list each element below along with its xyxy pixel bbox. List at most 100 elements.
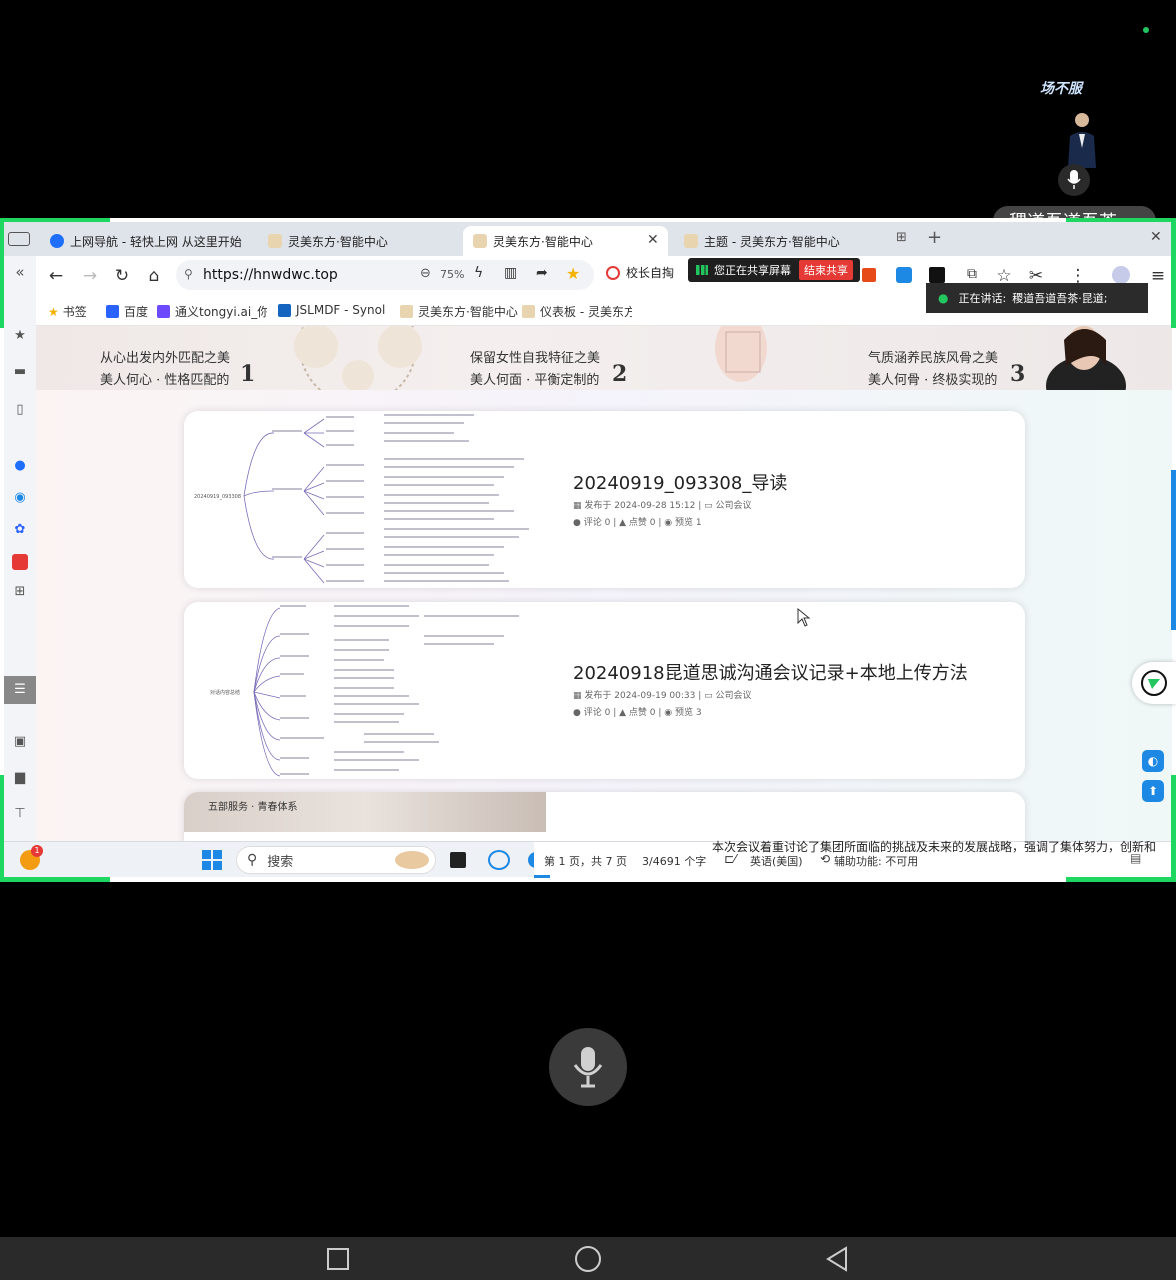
share-frame: [0, 218, 4, 328]
tablet-icon[interactable]: ▯: [12, 402, 28, 418]
windows-start-icon[interactable]: [202, 850, 222, 870]
zoom-icon[interactable]: ⊖: [420, 266, 431, 281]
shared-screen: 上网导航 - 轻快上网 从这里开始 灵美东方·智能中心 灵美东方·智能中心 ✕ …: [0, 218, 1176, 882]
pin-icon[interactable]: ⊤: [12, 806, 28, 822]
comments-icon: ●: [573, 518, 584, 528]
thumbs-up-icon: ▲: [619, 708, 629, 718]
task-view-icon[interactable]: [450, 852, 466, 868]
post-thumbnail[interactable]: 五部服务 · 青春体系: [184, 792, 546, 832]
lingmei-site-icon: [268, 234, 282, 248]
accessibility-status[interactable]: 辅助功能: 不可用: [834, 853, 918, 869]
bookmark-label: 灵美东方·智能中心: [418, 305, 518, 319]
screen: 场不服 稷道吾道吾茶 ... 上网导航 - 轻快上网 从这里开始 灵美东方·智能…: [0, 0, 1176, 1280]
participant-mic-icon[interactable]: [1058, 164, 1090, 196]
copy-icon[interactable]: ⧉: [962, 266, 982, 282]
share-page-icon[interactable]: ➦: [536, 265, 548, 281]
microphone-button[interactable]: [549, 1028, 627, 1106]
school-extension-icon[interactable]: [606, 266, 620, 280]
address-bar[interactable]: ⚲ https://hnwdwc.top ⊖ 75% ϟ ▥ ➦ ★: [176, 260, 594, 290]
chart-extension-icon[interactable]: [929, 267, 945, 283]
bookmark-item[interactable]: JSLMDF - Synolo: [278, 303, 386, 317]
reader-mode-icon[interactable]: ▥: [504, 265, 517, 281]
back-icon[interactable]: [824, 1246, 850, 1272]
post-title[interactable]: 20240918昆道思诚沟通会议记录+本地上传方法: [573, 659, 968, 685]
eye-icon: ◉: [664, 708, 675, 718]
bookmark-item[interactable]: ★ 书签: [48, 303, 87, 320]
theme-toggle-button[interactable]: ◐: [1142, 750, 1164, 772]
thumbnail-text: 五部服务 · 青春体系: [208, 802, 298, 813]
assistant-logo-icon: [1141, 670, 1167, 696]
bookmark-item[interactable]: 通义tongyi.ai_你: [157, 303, 267, 320]
post-card[interactable]: 对话内容总结 20240918昆道思诚沟通会议记录+本地上传方法 ▦ 发布于 2…: [184, 602, 1025, 779]
bookmark-item[interactable]: 百度: [106, 303, 148, 320]
bookmark-item[interactable]: 灵美东方·智能中心: [400, 303, 518, 320]
baidu-paw-icon[interactable]: ✿: [12, 522, 28, 538]
school-extension-label[interactable]: 校长自掏: [626, 264, 674, 281]
floating-assistant-button[interactable]: [1132, 662, 1176, 704]
calendar-icon: ▦: [573, 501, 585, 511]
folder-icon[interactable]: ▬: [12, 364, 28, 380]
tab-lingmei-1[interactable]: 灵美东方·智能中心: [258, 226, 458, 256]
post-title[interactable]: 20240919_093308_导读: [573, 469, 787, 495]
recent-apps-icon[interactable]: [327, 1248, 349, 1270]
tab-lingmei-2[interactable]: 灵美东方·智能中心 ✕: [463, 226, 668, 256]
post-category[interactable]: 公司会议: [716, 691, 752, 701]
favorites-star-icon[interactable]: ★: [12, 328, 28, 344]
post-meta: ▦ 发布于 2024-09-28 15:12 | ▭ 公司会议: [573, 501, 752, 511]
close-tab-icon[interactable]: ✕: [647, 232, 659, 248]
tab-navigation[interactable]: 上网导航 - 轻快上网 从这里开始: [40, 226, 255, 256]
add-app-icon[interactable]: ⊞: [12, 584, 28, 600]
window-close-icon[interactable]: ✕: [1150, 229, 1162, 245]
forward-icon[interactable]: →: [80, 266, 100, 286]
bookmark-star-icon[interactable]: ★: [566, 264, 580, 283]
post-card[interactable]: 五部服务 · 青春体系: [184, 792, 1025, 842]
tab-label: 灵美东方·智能中心: [288, 234, 388, 249]
banner-item3-line2: 美人何骨 · 终极实现的: [868, 373, 998, 388]
bookmark-label: 通义tongyi.ai_你: [175, 305, 267, 319]
tab-group-icon[interactable]: ⊞: [896, 230, 907, 245]
notification-badge: 1: [31, 845, 43, 857]
page-counter[interactable]: 第 1 页，共 7 页: [544, 853, 627, 869]
url-text[interactable]: https://hnwdwc.top: [203, 267, 338, 283]
tab-theme[interactable]: 主题 - 灵美东方·智能中心: [674, 226, 874, 256]
word-count[interactable]: 3/4691 个字: [642, 853, 706, 869]
list-icon[interactable]: ☰: [4, 676, 36, 704]
profile-avatar[interactable]: [1112, 266, 1130, 284]
bookmark-item[interactable]: 仪表板 - 灵美东方: [522, 303, 632, 320]
tab-overview-icon[interactable]: [8, 232, 30, 246]
video-app-icon[interactable]: [12, 554, 28, 570]
zoom-level[interactable]: 75%: [440, 268, 464, 281]
lightning-icon[interactable]: ϟ: [474, 265, 483, 281]
language-indicator[interactable]: 英语(美国): [750, 853, 803, 869]
mindmap-thumbnail[interactable]: 20240919_093308: [184, 411, 544, 588]
chat-app-icon[interactable]: [488, 850, 510, 870]
bookmark-label: 仪表板 - 灵美东方: [540, 305, 632, 319]
new-tab-icon[interactable]: +: [927, 227, 942, 248]
home-icon[interactable]: [575, 1246, 601, 1272]
back-to-top-button[interactable]: ⬆: [1142, 780, 1164, 802]
share-frame: [1171, 218, 1176, 328]
home-icon[interactable]: ⌂: [144, 266, 164, 286]
back-icon[interactable]: ←: [46, 266, 66, 286]
post-category[interactable]: 公司会议: [716, 501, 752, 511]
post-comments: 评论 0: [583, 708, 611, 718]
mindmap-thumbnail[interactable]: 对话内容总结: [184, 602, 544, 779]
participant-video-caption: 场不服: [1040, 81, 1082, 97]
image-folder-icon[interactable]: ▣: [12, 734, 28, 750]
taskbar-search[interactable]: ⚲ 搜索: [236, 846, 436, 874]
collapse-sidebar-icon[interactable]: «: [12, 264, 28, 280]
lingmei-icon: [400, 305, 413, 318]
lingmei-icon: [522, 305, 535, 318]
comments-icon: ●: [573, 708, 584, 718]
search-app-icon[interactable]: ●: [12, 458, 28, 474]
page-scrollbar[interactable]: [1171, 470, 1176, 630]
banner-item1-number: 1: [240, 361, 256, 387]
reload-icon[interactable]: ↻: [112, 266, 132, 286]
end-share-button[interactable]: 结束共享: [799, 260, 853, 280]
hamburger-menu-icon[interactable]: ≡: [1148, 266, 1168, 286]
translate-extension-icon[interactable]: [896, 267, 912, 283]
post-card[interactable]: 20240919_093308 20240919_093308_导读 ▦ 发布于…: [184, 411, 1025, 588]
app-icon[interactable]: ◉: [12, 490, 28, 506]
briefcase-icon[interactable]: ▆: [12, 770, 28, 786]
pdf-extension-icon[interactable]: [862, 268, 876, 282]
